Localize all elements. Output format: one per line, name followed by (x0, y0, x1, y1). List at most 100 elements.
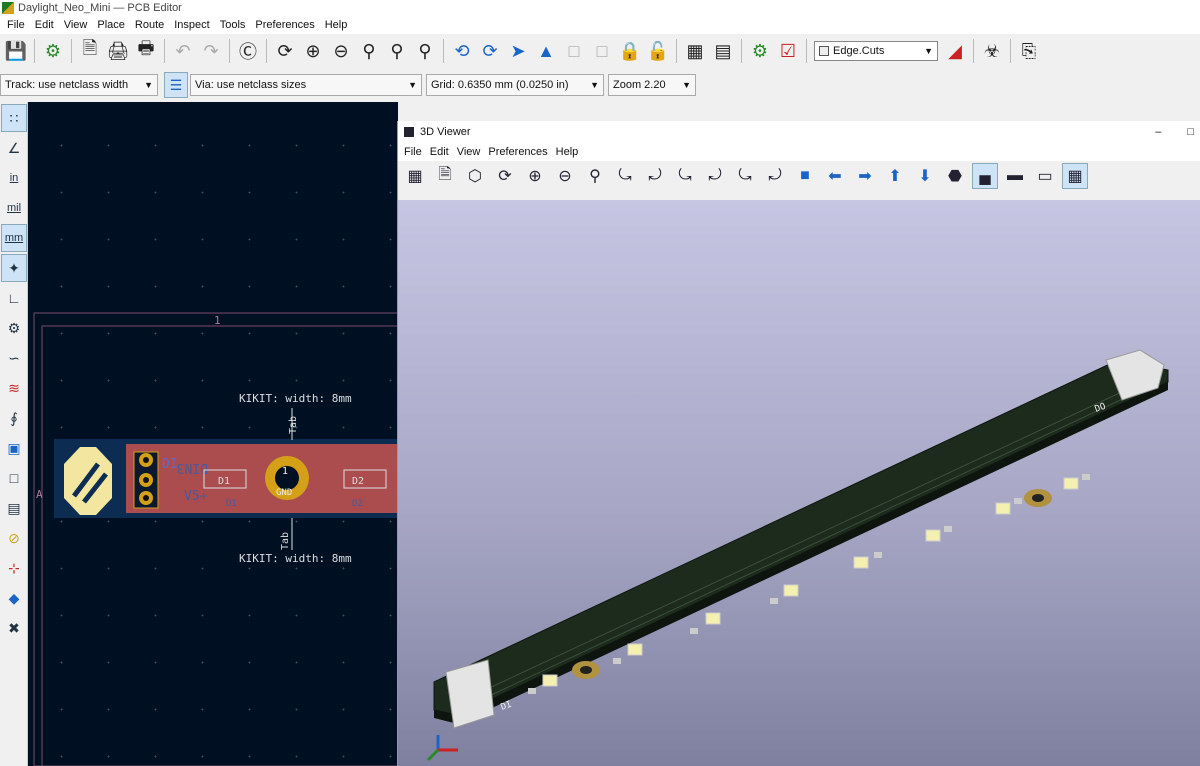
refresh-icon[interactable]: ⟳ (273, 38, 297, 64)
console-icon[interactable]: ⎘ (1017, 38, 1041, 64)
menu-route[interactable]: Route (130, 19, 169, 31)
scripting-plugin-icon[interactable]: ☣ (980, 38, 1004, 64)
footprint-browser-icon[interactable]: ▤ (711, 38, 735, 64)
menu-help[interactable]: Help (320, 19, 353, 31)
menu-preferences[interactable]: Preferences (250, 19, 319, 31)
3d-scene[interactable]: DI DO (398, 200, 1200, 766)
silk-v5-label: V5+ (184, 489, 208, 504)
cursor-icon[interactable]: ✦ (1, 254, 27, 282)
drc-icon[interactable]: ☑ (776, 38, 800, 64)
save-icon[interactable]: 💾 (4, 38, 28, 64)
capacitor (528, 688, 536, 694)
pan-up-icon[interactable]: ⬆ (882, 163, 908, 189)
reload-icon[interactable]: ⟳ (492, 163, 518, 189)
microwave-icon[interactable]: ⊹ (1, 554, 27, 582)
menu-inspect[interactable]: Inspect (169, 19, 214, 31)
layer-pair-icon[interactable]: ◢ (943, 38, 967, 64)
net-color-icon[interactable]: ▤ (1, 494, 27, 522)
units-mil-button[interactable]: mil (1, 194, 27, 222)
page-settings-icon[interactable]: 🗎 (78, 38, 102, 64)
viewer-menu-help[interactable]: Help (552, 146, 583, 158)
grid-toggle-icon[interactable]: ∷ (1, 104, 27, 132)
auto-track-width-icon[interactable]: ☰ (164, 72, 188, 98)
zoom-in-icon[interactable]: ⊕ (301, 38, 325, 64)
ratsnest-icon[interactable]: ⚙ (1, 314, 27, 342)
rotate-x-icon[interactable]: ⤿ (612, 163, 638, 189)
zoom-area-icon[interactable]: ⚲ (413, 38, 437, 64)
menu-edit[interactable]: Edit (30, 19, 59, 31)
unlock-icon[interactable]: 🔓 (646, 38, 670, 64)
menu-tools[interactable]: Tools (215, 19, 251, 31)
lock-icon[interactable]: 🔒 (618, 38, 642, 64)
netlist-icon[interactable]: ▦ (683, 38, 707, 64)
menu-file[interactable]: File (2, 19, 30, 31)
find-icon[interactable]: Ⓒ (236, 38, 260, 64)
tracks-icon[interactable]: □ (1, 464, 27, 492)
units-mm-button[interactable]: mm (1, 224, 27, 252)
pcb-canvas[interactable]: 1 A DI DIN3 V5+ D1 D1 1 GND D2 D2 KIKIT:… (28, 102, 398, 766)
viewer-zoom-fit-icon[interactable]: ⚲ (582, 163, 608, 189)
menu-place[interactable]: Place (92, 19, 130, 31)
viewer-menu-preferences[interactable]: Preferences (484, 146, 551, 158)
vias-icon[interactable]: ▣ (1, 434, 27, 462)
rotate-x-rev-icon[interactable]: ⤾ (642, 163, 668, 189)
units-inch-button[interactable]: in (1, 164, 27, 192)
zones-icon[interactable]: ≋ (1, 374, 27, 402)
show-tht-icon[interactable]: ▄ (972, 163, 998, 189)
pan-right-icon[interactable]: ➡ (852, 163, 878, 189)
rotate-ccw-icon[interactable]: ⟲ (450, 38, 474, 64)
rotate-y-icon[interactable]: ⤿ (672, 163, 698, 189)
print-icon[interactable]: 🖨 (106, 38, 130, 64)
mirror-icon[interactable]: ▲ (534, 38, 558, 64)
angle-icon[interactable]: ∟ (1, 284, 27, 312)
raytrace-icon[interactable]: ⬡ (462, 163, 488, 189)
pads-icon[interactable]: ∮ (1, 404, 27, 432)
minimize-icon[interactable]: – (1155, 126, 1161, 138)
zoom-fit-icon[interactable]: ⚲ (357, 38, 381, 64)
export-image-icon[interactable]: ▦ (402, 163, 428, 189)
redo-icon[interactable]: ↷ (199, 38, 223, 64)
menu-view[interactable]: View (59, 19, 93, 31)
flip-board-icon[interactable]: ■ (792, 163, 818, 189)
rotate-y-rev-icon[interactable]: ⤾ (702, 163, 728, 189)
plot-icon[interactable]: 🖶 (134, 38, 158, 64)
board-setup-icon[interactable]: ⚙ (41, 38, 65, 64)
show-dnp-icon[interactable]: ▦ (1062, 163, 1088, 189)
viewer-menu-view[interactable]: View (453, 146, 485, 158)
layer-select[interactable]: Edge.Cuts ▼ (814, 41, 938, 61)
scripting-icon[interactable]: ⚙ (748, 38, 772, 64)
grid-select[interactable]: Grid: 0.6350 mm (0.0250 in) ▼ (426, 74, 604, 96)
track-width-select[interactable]: Track: use netclass width ▼ (0, 74, 158, 96)
undo-icon[interactable]: ↶ (171, 38, 195, 64)
group-icon[interactable]: □ (562, 38, 586, 64)
flip-icon[interactable]: ➤ (506, 38, 530, 64)
contrast-icon[interactable]: ⊘ (1, 524, 27, 552)
sheet-row-label: A (36, 488, 43, 501)
curved-ratsnest-icon[interactable]: ∽ (1, 344, 27, 372)
rotate-z-rev-icon[interactable]: ⤾ (762, 163, 788, 189)
show-smd-icon[interactable]: ▬ (1002, 163, 1028, 189)
viewer-menu-edit[interactable]: Edit (426, 146, 453, 158)
rotate-cw-icon[interactable]: ⟳ (478, 38, 502, 64)
maximize-icon[interactable]: □ (1187, 126, 1194, 138)
capacitor (613, 658, 621, 664)
viewer-zoom-out-icon[interactable]: ⊖ (552, 163, 578, 189)
3d-viewer-toolbar: ▦ 🗎 ⬡ ⟳ ⊕ ⊖ ⚲ ⤿ ⤾ ⤿ ⤾ ⤿ ⤾ ■ ⬅ ➡ ⬆ ⬇ ⬣ ▄ … (398, 161, 1200, 191)
orthographic-icon[interactable]: ⬣ (942, 163, 968, 189)
rotate-z-icon[interactable]: ⤿ (732, 163, 758, 189)
via-size-select[interactable]: Via: use netclass sizes ▼ (190, 74, 422, 96)
ungroup-icon[interactable]: □ (590, 38, 614, 64)
zoom-objects-icon[interactable]: ⚲ (385, 38, 409, 64)
tools-icon[interactable]: ✖ (1, 614, 27, 642)
show-virtual-icon[interactable]: ▭ (1032, 163, 1058, 189)
viewer-menu-file[interactable]: File (400, 146, 426, 158)
viewer-zoom-in-icon[interactable]: ⊕ (522, 163, 548, 189)
zoom-select[interactable]: Zoom 2.20 ▼ (608, 74, 696, 96)
pan-down-icon[interactable]: ⬇ (912, 163, 938, 189)
annotation-top: KIKIT: width: 8mm (239, 392, 352, 405)
polar-coords-icon[interactable]: ∠ (1, 134, 27, 162)
pan-left-icon[interactable]: ⬅ (822, 163, 848, 189)
layers-manager-icon[interactable]: ◆ (1, 584, 27, 612)
copy-icon[interactable]: 🗎 (432, 163, 458, 189)
zoom-out-icon[interactable]: ⊖ (329, 38, 353, 64)
